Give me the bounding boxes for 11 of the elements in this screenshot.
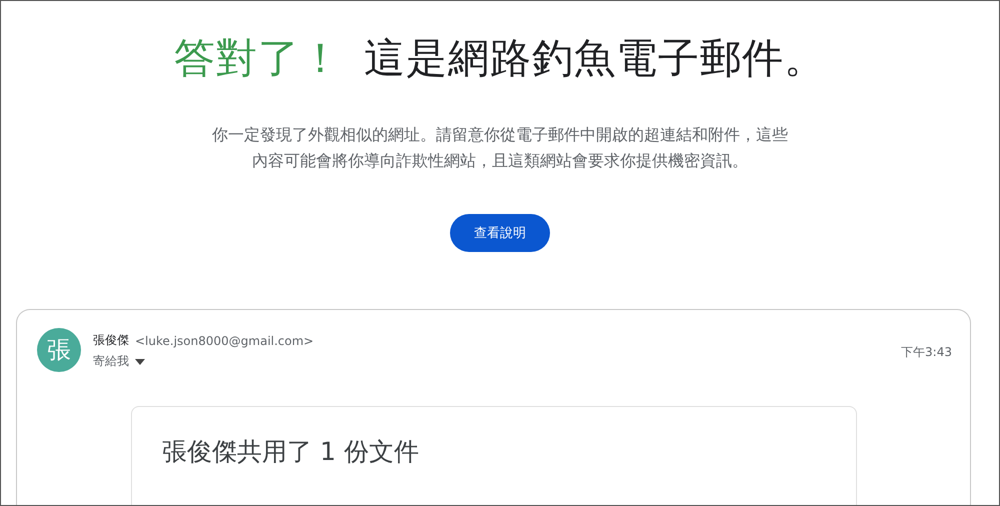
dropdown-caret-icon[interactable] <box>135 358 145 364</box>
heading: 這是網路釣魚電子郵件。 <box>364 33 826 84</box>
recipient-label: 寄給我 <box>93 353 129 370</box>
heading-highlight: 答對了！ <box>174 33 342 84</box>
sender-address: <luke.json8000@gmail.com> <box>135 334 314 348</box>
help-button[interactable]: 查看說明 <box>450 214 550 252</box>
email-time: 下午3:43 <box>901 344 952 361</box>
sender-name: 張俊傑 <box>93 332 129 349</box>
message-title: 張俊傑共用了 1 份文件 <box>162 436 420 468</box>
avatar: 張 <box>37 328 81 372</box>
description: 你一定發現了外觀相似的網址。請留意你從電子郵件中開啟的超連結和附件，這些內容可能會將你導向詐欺性網站，且這類網站會要求你提供機密資訊。 <box>211 124 789 172</box>
